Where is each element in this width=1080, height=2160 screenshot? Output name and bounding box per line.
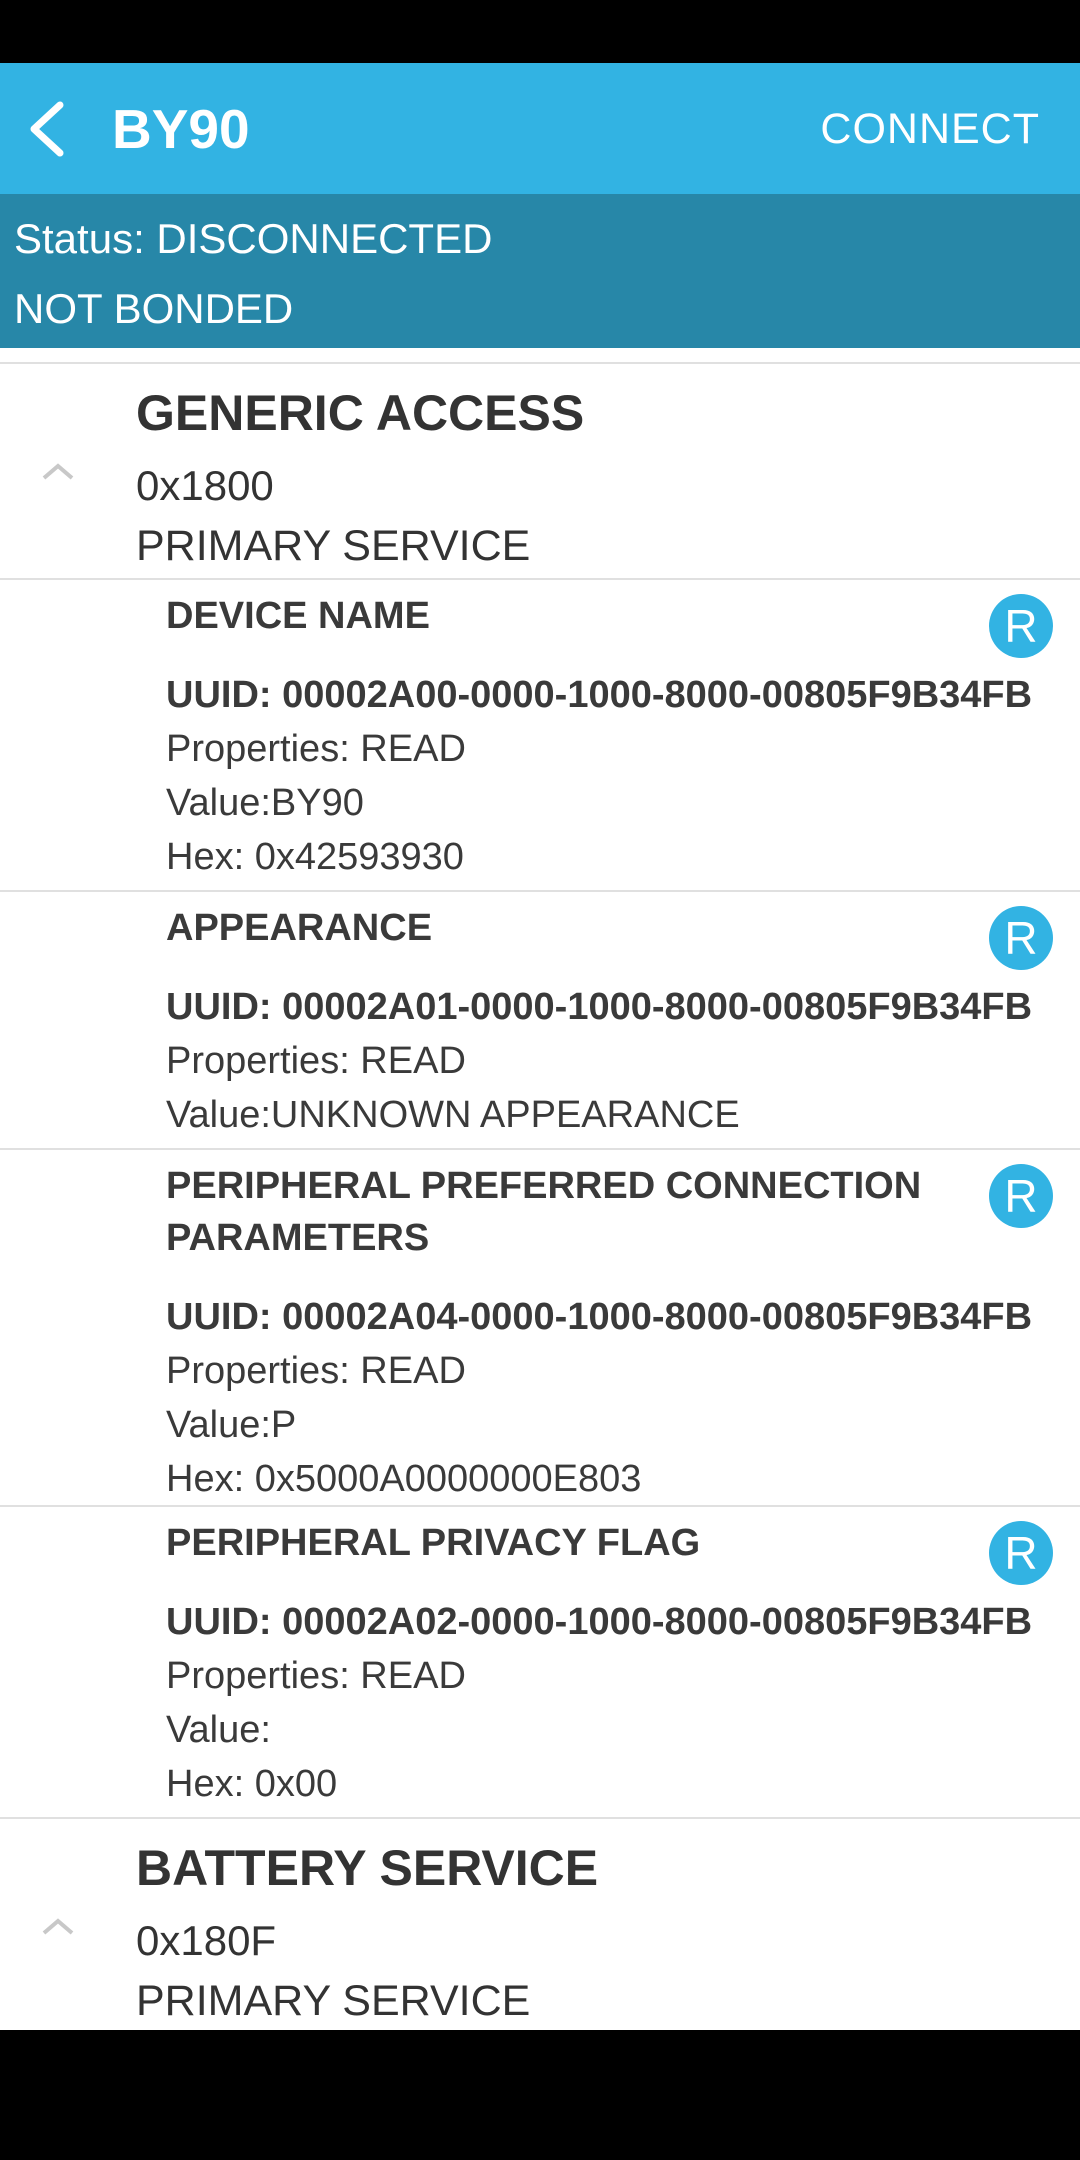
characteristic-uuid: UUID: 00002A04-0000-1000-8000-00805F9B34… bbox=[166, 1296, 1033, 1338]
bond-status: NOT BONDED bbox=[14, 285, 294, 332]
characteristic-uuid: UUID: 00002A01-0000-1000-8000-00805F9B34… bbox=[166, 986, 1033, 1028]
characteristic-name: APPEARANCE bbox=[166, 907, 433, 949]
service-name: GENERIC ACCESS bbox=[136, 385, 585, 441]
read-button[interactable]: R bbox=[989, 594, 1053, 658]
device-title: BY90 bbox=[112, 98, 250, 160]
services-list: GENERIC ACCESS 0x1800 PRIMARY SERVICE R … bbox=[0, 348, 1080, 2030]
service-name: BATTERY SERVICE bbox=[136, 1840, 599, 1896]
characteristic-name: DEVICE NAME bbox=[166, 595, 430, 637]
characteristic-value: Value: bbox=[166, 1709, 271, 1751]
service-battery[interactable]: BATTERY SERVICE 0x180F PRIMARY SERVICE bbox=[0, 1819, 1080, 2030]
characteristic-value: Value:UNKNOWN APPEARANCE bbox=[166, 1094, 740, 1136]
characteristic-name: PERIPHERAL PREFERRED CONNECTION PARAMETE… bbox=[166, 1165, 922, 1259]
read-button[interactable]: R bbox=[989, 906, 1053, 970]
characteristic-name: PERIPHERAL PRIVACY FLAG bbox=[166, 1522, 701, 1564]
characteristic-hex: Hex: 0x5000A0000000E803 bbox=[166, 1458, 642, 1500]
service-type: PRIMARY SERVICE bbox=[136, 522, 531, 570]
characteristic-hex: Hex: 0x00 bbox=[166, 1763, 338, 1805]
read-button[interactable]: R bbox=[989, 1164, 1053, 1228]
chevron-up-icon[interactable] bbox=[38, 456, 78, 486]
characteristic-properties: Properties: READ bbox=[166, 728, 466, 770]
read-button[interactable]: R bbox=[989, 1521, 1053, 1585]
service-generic-access[interactable]: GENERIC ACCESS 0x1800 PRIMARY SERVICE bbox=[0, 364, 1080, 580]
service-uuid: 0x1800 bbox=[136, 462, 274, 509]
connection-status: Status: DISCONNECTED bbox=[14, 215, 493, 262]
characteristic-value: Value:P bbox=[166, 1404, 297, 1446]
back-arrow-icon[interactable] bbox=[20, 99, 80, 159]
characteristic-properties: Properties: READ bbox=[166, 1655, 466, 1697]
chevron-up-icon[interactable] bbox=[38, 1911, 78, 1941]
service-type: PRIMARY SERVICE bbox=[136, 1977, 531, 2025]
service-uuid: 0x180F bbox=[136, 1917, 277, 1964]
navigation-bar bbox=[0, 2030, 1080, 2159]
connect-button[interactable]: CONNECT bbox=[820, 99, 1040, 159]
characteristic-hex: Hex: 0x42593930 bbox=[166, 836, 464, 878]
characteristic-preferred-connection-parameters[interactable]: R PERIPHERAL PREFERRED CONNECTION PARAME… bbox=[0, 1150, 1080, 1507]
characteristic-uuid: UUID: 00002A00-0000-1000-8000-00805F9B34… bbox=[166, 674, 1033, 716]
characteristic-properties: Properties: READ bbox=[166, 1350, 466, 1392]
characteristic-appearance[interactable]: R APPEARANCE UUID: 00002A01-0000-1000-80… bbox=[0, 892, 1080, 1150]
characteristic-properties: Properties: READ bbox=[166, 1040, 466, 1082]
app-bar: BY90 CONNECT bbox=[0, 63, 1080, 194]
system-status-bar bbox=[0, 0, 1080, 63]
characteristic-uuid: UUID: 00002A02-0000-1000-8000-00805F9B34… bbox=[166, 1601, 1033, 1643]
characteristic-device-name[interactable]: R DEVICE NAME UUID: 00002A00-0000-1000-8… bbox=[0, 580, 1080, 892]
connection-status-panel: Status: DISCONNECTED NOT BONDED bbox=[0, 194, 1080, 348]
characteristic-privacy-flag[interactable]: R PERIPHERAL PRIVACY FLAG UUID: 00002A02… bbox=[0, 1507, 1080, 1819]
divider bbox=[0, 348, 1080, 364]
characteristic-value: Value:BY90 bbox=[166, 782, 364, 824]
